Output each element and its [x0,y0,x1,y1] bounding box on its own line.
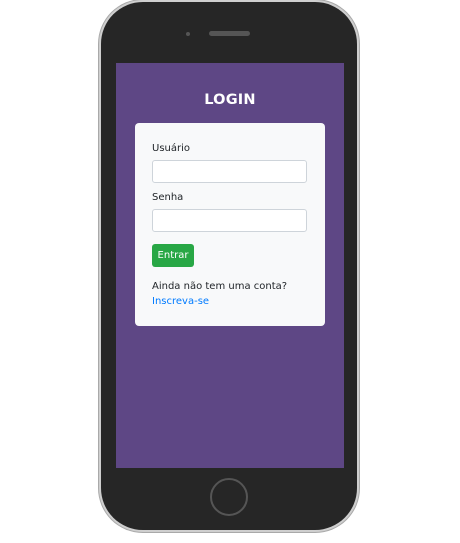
phone-power-button [357,112,360,152]
signup-link[interactable]: Inscreva-se [152,296,209,307]
login-card: Usuário Senha Entrar Ainda não tem uma c… [135,123,325,326]
password-input[interactable] [152,209,307,232]
username-input[interactable] [152,160,307,183]
phone-speaker-icon [209,31,250,36]
password-label: Senha [152,192,184,203]
page: LOGIN Usuário Senha Entrar Ainda não tem… [0,0,460,543]
page-title: LOGIN [204,92,256,108]
submit-button[interactable]: Entrar [152,244,194,267]
phone-camera-icon [186,32,190,36]
username-label: Usuário [152,143,191,154]
phone-screen: LOGIN Usuário Senha Entrar Ainda não tem… [116,63,344,468]
signup-prompt: Ainda não tem uma conta? [152,281,288,292]
phone-home-button [210,478,248,516]
